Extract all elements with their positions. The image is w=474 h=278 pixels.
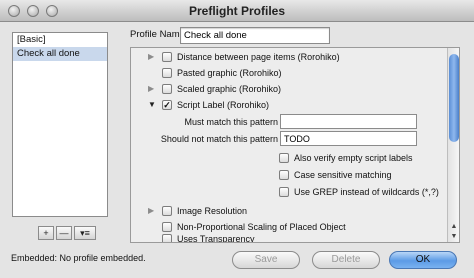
must-match-field[interactable] [280, 114, 417, 129]
profile-name-field[interactable] [180, 27, 330, 44]
rule-scaled-graphic[interactable]: Scaled graphic (Rorohiko) [162, 82, 281, 96]
option-case-sensitive[interactable]: Case sensitive matching [279, 168, 392, 182]
collapsed-triangle-icon[interactable]: ▶ [148, 206, 156, 216]
scrollbar-thumb[interactable] [449, 54, 459, 142]
profile-list[interactable]: [Basic] Check all done [12, 32, 108, 217]
vertical-scrollbar[interactable]: ▲ ▼ [447, 48, 459, 242]
transparency-checkbox[interactable] [162, 234, 172, 242]
new-profile-button[interactable]: + [38, 226, 54, 240]
distance-checkbox[interactable] [162, 52, 172, 62]
scroll-down-arrow-icon[interactable]: ▼ [449, 232, 459, 241]
rule-transparency[interactable]: Uses Transparency [162, 232, 255, 243]
profile-list-tools: + — ▾≡ [38, 226, 96, 242]
image-resolution-checkbox[interactable] [162, 206, 172, 216]
script-label-checkbox[interactable]: ✓ [162, 100, 172, 110]
profile-item-basic[interactable]: [Basic] [13, 33, 107, 47]
window-title: Preflight Profiles [188, 4, 286, 18]
should-not-match-label: Should not match this pattern [160, 134, 278, 144]
rule-label: Distance between page items (Rorohiko) [177, 52, 340, 62]
collapsed-triangle-icon[interactable]: ▶ [148, 84, 156, 94]
save-button[interactable]: Save [232, 251, 300, 269]
option-label: Also verify empty script labels [294, 153, 413, 163]
pasted-graphic-checkbox[interactable] [162, 68, 172, 78]
rule-label: Non-Proportional Scaling of Placed Objec… [177, 222, 346, 232]
non-proportional-checkbox[interactable] [162, 222, 172, 232]
rule-label: Uses Transparency [177, 234, 255, 243]
ok-button[interactable]: OK [389, 251, 457, 269]
rule-distance[interactable]: Distance between page items (Rorohiko) [162, 50, 340, 64]
rule-label: Image Resolution [177, 206, 248, 216]
embedded-status: Embedded: No profile embedded. [11, 253, 146, 263]
must-match-label: Must match this pattern [184, 117, 278, 127]
rule-script-label[interactable]: ✓ Script Label (Rorohiko) [162, 98, 269, 112]
case-sensitive-checkbox[interactable] [279, 170, 289, 180]
scaled-graphic-checkbox[interactable] [162, 84, 172, 94]
rule-pasted-graphic[interactable]: Pasted graphic (Rorohiko) [162, 66, 282, 80]
rule-image-resolution[interactable]: Image Resolution [162, 204, 247, 218]
rule-label: Pasted graphic (Rorohiko) [177, 68, 282, 78]
should-not-match-field[interactable] [280, 131, 417, 146]
rule-label: Scaled graphic (Rorohiko) [177, 84, 282, 94]
option-verify-empty[interactable]: Also verify empty script labels [279, 151, 413, 165]
option-label: Case sensitive matching [294, 170, 392, 180]
verify-empty-checkbox[interactable] [279, 153, 289, 163]
delete-profile-button[interactable]: — [56, 226, 72, 240]
scroll-up-arrow-icon[interactable]: ▲ [449, 222, 459, 231]
title-bar: Preflight Profiles [0, 0, 474, 22]
profile-item-check-all-done[interactable]: Check all done [13, 47, 107, 61]
delete-button[interactable]: Delete [312, 251, 380, 269]
rules-panel[interactable]: ▶ Distance between page items (Rorohiko)… [130, 47, 460, 243]
rule-label: Script Label (Rorohiko) [177, 100, 270, 110]
collapsed-triangle-icon[interactable]: ▶ [148, 52, 156, 62]
option-use-grep[interactable]: Use GREP instead of wildcards (*,?) [279, 185, 439, 199]
expanded-triangle-icon[interactable]: ▼ [148, 100, 156, 110]
profile-name-label: Profile Name: [130, 29, 188, 40]
profile-menu-button[interactable]: ▾≡ [74, 226, 96, 240]
use-grep-checkbox[interactable] [279, 187, 289, 197]
option-label: Use GREP instead of wildcards (*,?) [294, 187, 439, 197]
